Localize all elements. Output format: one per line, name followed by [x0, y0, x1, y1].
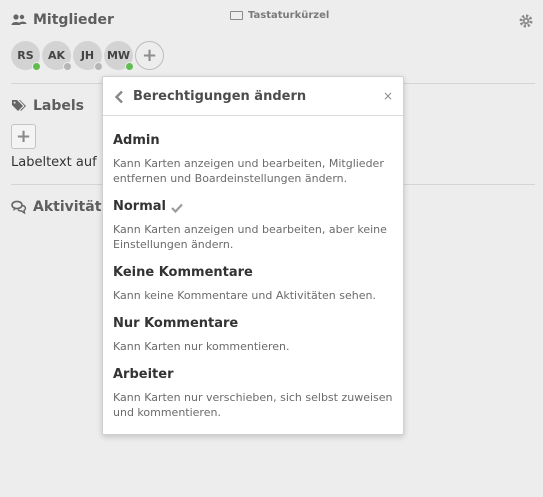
option-name: Nur Kommentare	[113, 316, 395, 331]
option-label: Arbeiter	[113, 367, 174, 382]
option-label: Nur Kommentare	[113, 316, 239, 331]
option-label: Normal	[113, 199, 166, 214]
option-name: Arbeiter	[113, 367, 395, 382]
option-description: Kann Karten anzeigen und bearbeiten, abe…	[113, 223, 387, 251]
permission-option-normal[interactable]: Normal Kann Karten anzeigen und bearbeit…	[113, 199, 395, 252]
labels-title: Labels	[33, 98, 85, 114]
avatar-initials: AK	[47, 49, 66, 62]
online-status-dot	[125, 62, 134, 71]
label-text: Labeltext auf M	[11, 155, 112, 170]
option-name: Normal	[113, 199, 395, 214]
avatar-initials: JH	[80, 49, 95, 62]
option-name: Admin	[113, 133, 395, 148]
offline-status-dot	[63, 62, 72, 71]
option-label: Admin	[113, 133, 160, 148]
add-member-button[interactable]: +	[135, 41, 164, 70]
online-status-dot	[32, 62, 41, 71]
members-title: Mitglieder	[33, 12, 114, 28]
popover-header: Berechtigungen ändern ×	[103, 77, 403, 116]
member-avatar-rs[interactable]: RS	[11, 41, 41, 71]
option-name: Keine Kommentare	[113, 265, 395, 280]
member-avatar-jh[interactable]: JH	[73, 41, 103, 71]
option-description: Kann Karten anzeigen und bearbeiten, Mit…	[113, 157, 384, 185]
close-icon[interactable]: ×	[383, 89, 393, 103]
change-permissions-popover: Berechtigungen ändern × Admin Kann Karte…	[102, 76, 404, 435]
users-icon	[11, 13, 27, 27]
permission-option-worker[interactable]: Arbeiter Kann Karten nur verschieben, si…	[113, 367, 395, 420]
offline-status-dot	[94, 62, 103, 71]
option-description: Kann Karten nur verschieben, sich selbst…	[113, 391, 393, 419]
option-description: Kann Karten nur kommentieren.	[113, 340, 290, 353]
avatar-initials: RS	[17, 49, 34, 62]
comments-icon	[11, 200, 27, 214]
back-arrow-icon[interactable]	[114, 89, 124, 104]
member-list: RS AK JH MW +	[11, 41, 164, 71]
plus-icon: +	[141, 45, 158, 66]
keyboard-shortcuts-link[interactable]: Tastaturkürzel	[230, 10, 329, 21]
permission-option-admin[interactable]: Admin Kann Karten anzeigen und bearbeite…	[113, 133, 395, 186]
members-header: Mitglieder	[11, 12, 114, 28]
member-avatar-ak[interactable]: AK	[42, 41, 72, 71]
option-label: Keine Kommentare	[113, 265, 253, 280]
shortcuts-label: Tastaturkürzel	[248, 10, 330, 21]
tag-icon	[11, 99, 27, 113]
avatar-initials: MW	[106, 49, 131, 62]
member-avatar-mw[interactable]: MW	[104, 41, 134, 71]
keyboard-icon	[230, 11, 243, 20]
add-label-button[interactable]: +	[11, 124, 36, 149]
popover-title: Berechtigungen ändern	[133, 89, 307, 104]
permission-option-no-comments[interactable]: Keine Kommentare Kann keine Kommentare u…	[113, 265, 395, 303]
permission-option-comments-only[interactable]: Nur Kommentare Kann Karten nur kommentie…	[113, 316, 395, 354]
option-description: Kann keine Kommentare und Aktivitäten se…	[113, 289, 376, 302]
labels-header: Labels	[11, 98, 84, 114]
checkmark-icon	[171, 202, 183, 213]
plus-icon: +	[15, 126, 32, 147]
gear-icon[interactable]	[519, 13, 533, 28]
